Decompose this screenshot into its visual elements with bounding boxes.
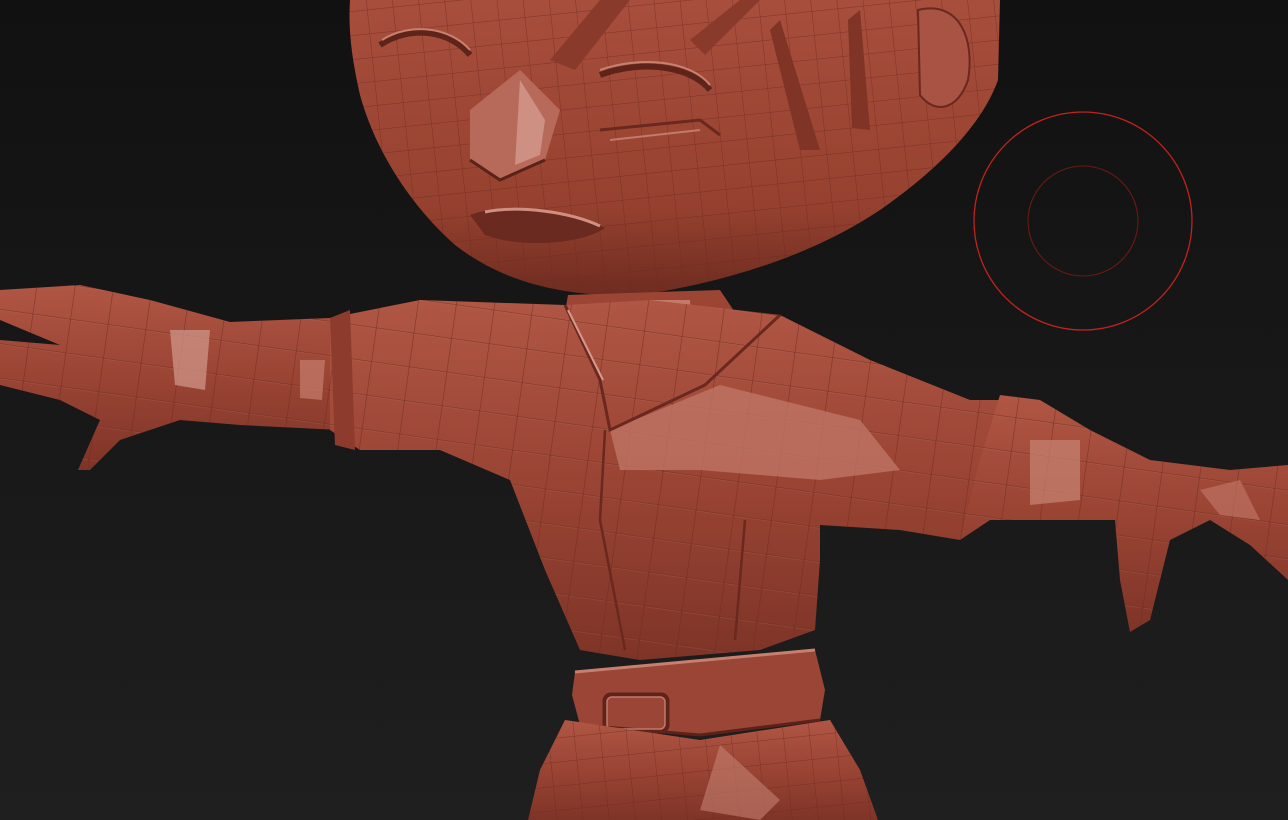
right-arm-mesh[interactable] — [960, 395, 1288, 632]
head-mesh[interactable] — [349, 0, 1000, 296]
character-model[interactable] — [0, 0, 1288, 820]
left-arm-mesh[interactable] — [0, 285, 340, 470]
sculpt-viewport[interactable] — [0, 0, 1288, 820]
belt-mesh[interactable] — [572, 648, 825, 737]
torso-mesh[interactable] — [330, 300, 1040, 660]
